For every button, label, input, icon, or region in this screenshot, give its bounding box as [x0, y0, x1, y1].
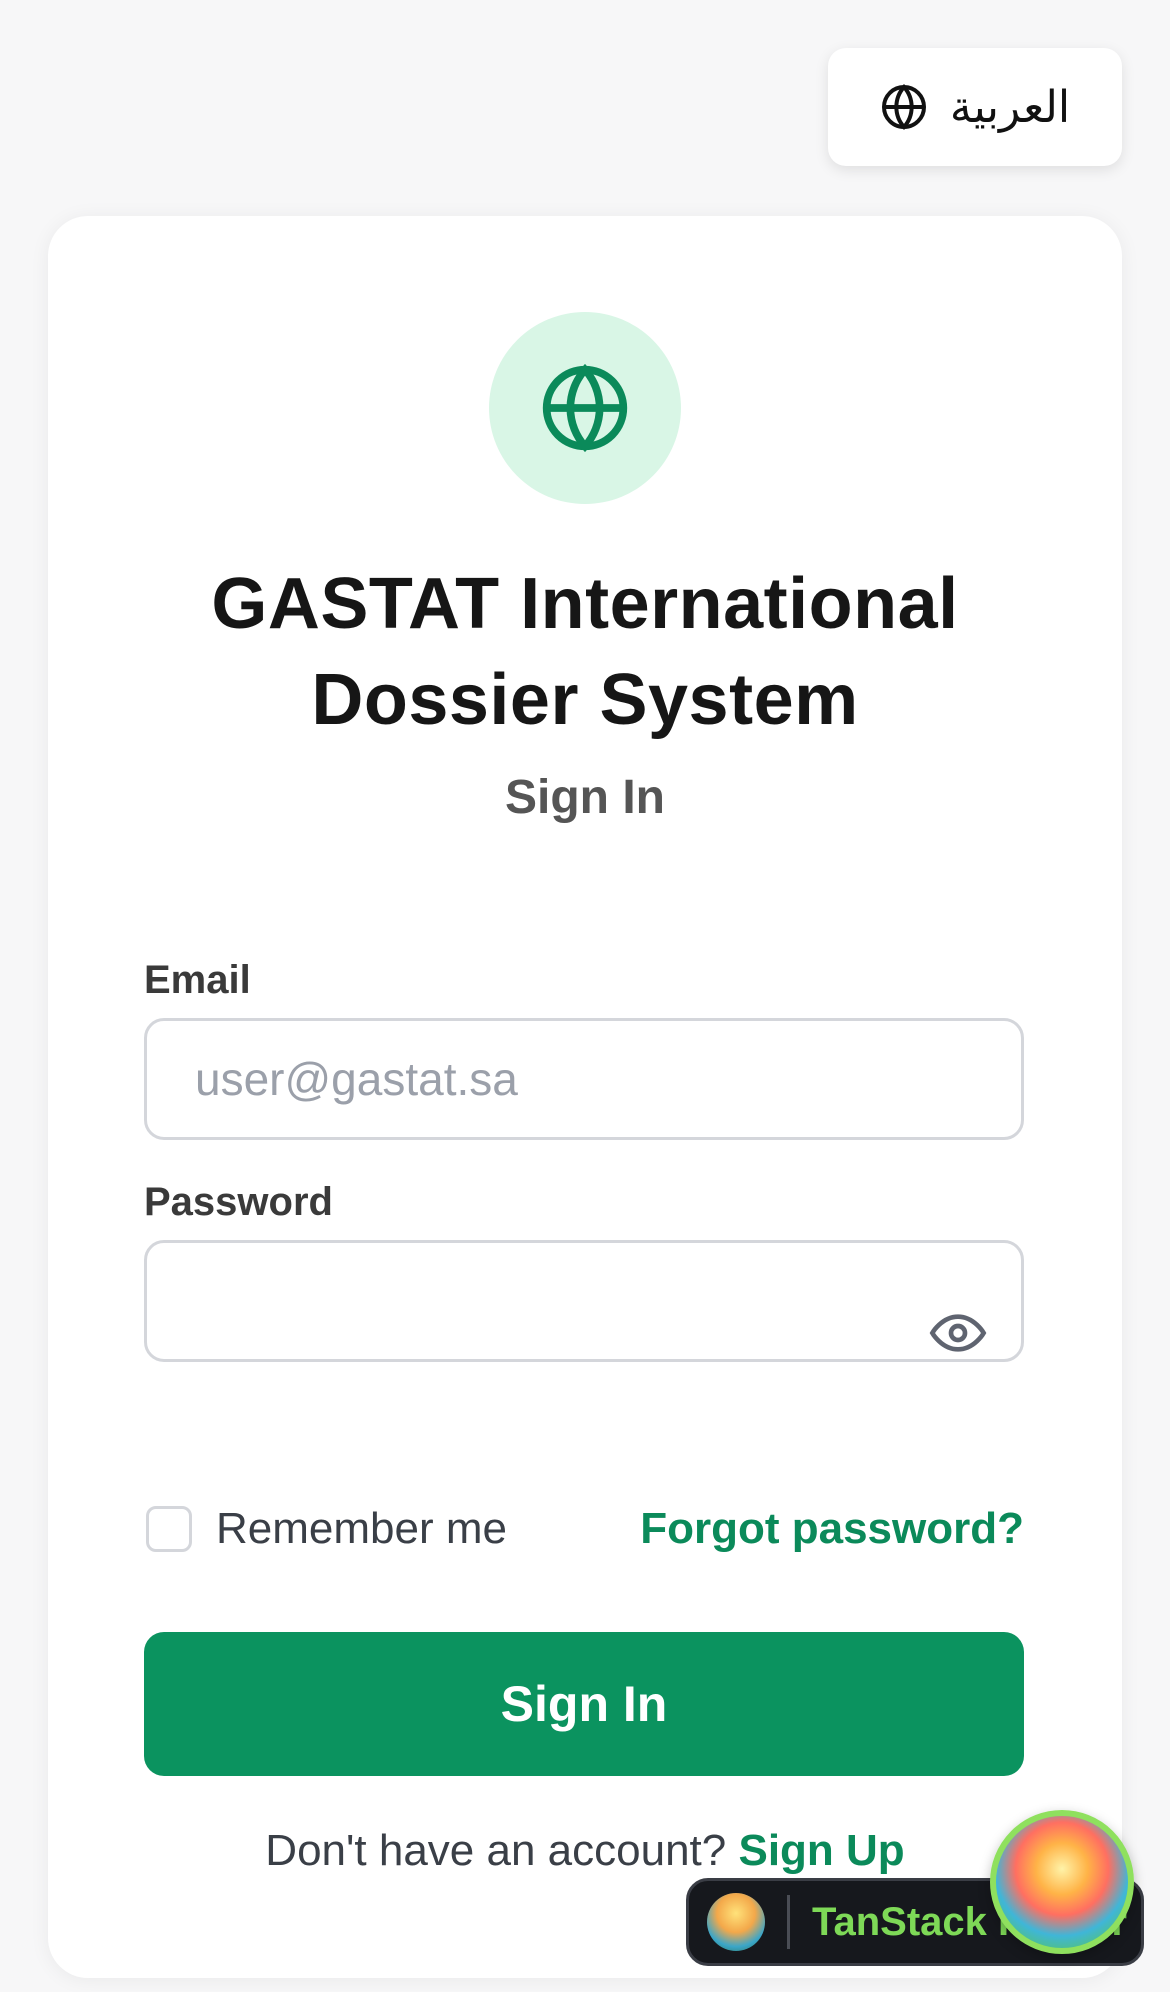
divider — [787, 1895, 790, 1949]
language-switch-button[interactable]: العربية — [828, 48, 1122, 166]
eye-icon — [929, 1314, 987, 1352]
signup-prompt: Don't have an account? — [265, 1826, 727, 1875]
remember-me-checkbox[interactable] — [146, 1506, 192, 1552]
app-logo — [489, 312, 681, 504]
email-field[interactable] — [144, 1018, 1024, 1140]
password-field[interactable] — [144, 1240, 1024, 1362]
tanstack-logo-icon — [707, 1893, 765, 1951]
globe-icon — [880, 83, 928, 131]
page-subtitle: Sign In — [505, 771, 665, 824]
title-line-2: Dossier System — [311, 660, 859, 740]
language-switch-label: العربية — [949, 81, 1071, 133]
password-label: Password — [144, 1180, 333, 1224]
sign-up-link[interactable]: Sign Up — [738, 1826, 904, 1875]
title-line-1: GASTAT International — [211, 564, 959, 644]
globe-icon — [542, 363, 628, 453]
signup-row: Don't have an account? Sign Up — [48, 1826, 1122, 1876]
password-visibility-toggle[interactable] — [928, 1308, 988, 1358]
forgot-password-link[interactable]: Forgot password? — [640, 1504, 1024, 1554]
login-card: GASTAT International Dossier System Sign… — [48, 216, 1122, 1978]
sign-in-button[interactable]: Sign In — [144, 1632, 1024, 1776]
tanstack-devtools-toggle-icon[interactable] — [990, 1810, 1134, 1954]
email-label: Email — [144, 958, 251, 1002]
remember-me-label[interactable]: Remember me — [216, 1504, 507, 1554]
page-title: GASTAT International Dossier System — [48, 556, 1122, 748]
